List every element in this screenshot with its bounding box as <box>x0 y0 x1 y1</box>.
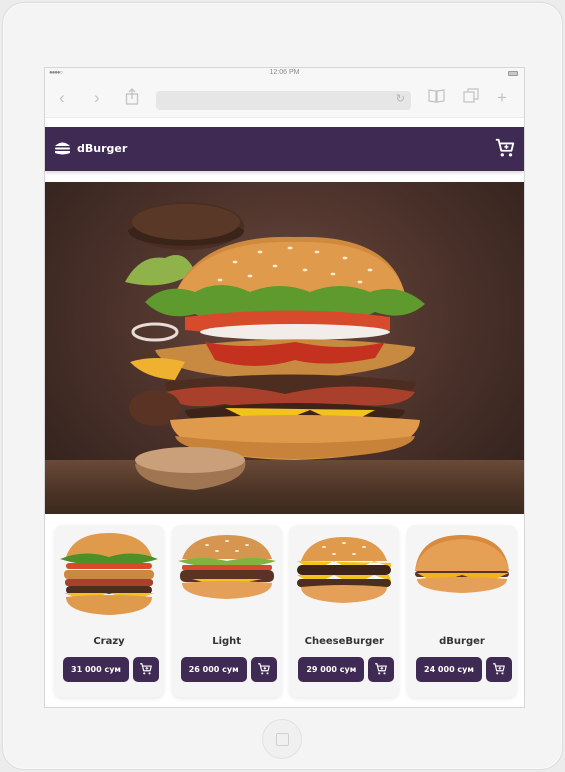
cart-button[interactable] <box>494 137 516 159</box>
battery-icon <box>508 71 518 76</box>
forward-icon[interactable]: › <box>94 88 100 108</box>
share-icon[interactable] <box>125 88 139 110</box>
brand[interactable]: dBurger <box>54 140 127 156</box>
product-name: dBurger <box>439 636 485 647</box>
price-button[interactable]: 26 000 сум <box>180 657 247 682</box>
status-time: 12:06 PM <box>269 69 300 76</box>
home-square-icon <box>276 733 289 746</box>
cart-icon <box>495 138 515 157</box>
signal-icon: ●●●●○ <box>49 70 63 76</box>
hero-burger-image <box>125 202 425 490</box>
address-bar[interactable]: ↻ <box>156 91 411 110</box>
browser-screen: ●●●●○ 12:06 PM ‹ › ↻ + dBurger Crazy 31 … <box>44 67 525 708</box>
cart-plus-icon <box>375 663 388 675</box>
tabs-icon[interactable] <box>463 88 479 108</box>
brand-name: dBurger <box>77 141 128 155</box>
product-card[interactable]: dBurger 24 000 сум <box>406 525 517 697</box>
product-image <box>414 535 509 593</box>
product-name: Light <box>212 636 242 647</box>
product-image <box>297 537 392 603</box>
cart-plus-icon <box>493 663 505 675</box>
product-card[interactable]: Crazy 31 000 сум <box>54 525 164 697</box>
price-button[interactable]: 29 000 сум <box>298 657 365 682</box>
product-list: Crazy 31 000 сум Light 26 000 сум Cheese… <box>54 525 517 697</box>
back-icon[interactable]: ‹ <box>59 88 65 108</box>
product-card[interactable]: CheeseBurger 29 000 сум <box>289 525 400 697</box>
reload-icon[interactable]: ↻ <box>396 92 405 105</box>
price-button[interactable]: 31 000 сум <box>63 657 129 682</box>
bookmarks-icon[interactable] <box>428 88 445 108</box>
home-button[interactable] <box>262 719 302 759</box>
app-navbar: dBurger <box>45 127 524 171</box>
cart-plus-icon <box>140 663 152 675</box>
new-tab-icon[interactable]: + <box>497 88 507 108</box>
hero-banner <box>45 182 524 514</box>
product-name: Crazy <box>93 636 125 647</box>
add-to-cart-button[interactable] <box>250 657 277 682</box>
product-name: CheeseBurger <box>304 636 384 647</box>
browser-toolbar: ‹ › ↻ + <box>45 78 524 118</box>
status-bar: ●●●●○ 12:06 PM <box>45 68 524 78</box>
add-to-cart-button[interactable] <box>485 657 512 682</box>
add-to-cart-button[interactable] <box>133 657 159 682</box>
product-image <box>177 535 276 599</box>
price-button[interactable]: 24 000 сум <box>415 657 482 682</box>
product-card[interactable]: Light 26 000 сум <box>171 525 282 697</box>
burger-logo-icon <box>55 142 70 155</box>
cart-plus-icon <box>257 663 270 675</box>
product-image <box>60 533 158 615</box>
add-to-cart-button[interactable] <box>368 657 395 682</box>
